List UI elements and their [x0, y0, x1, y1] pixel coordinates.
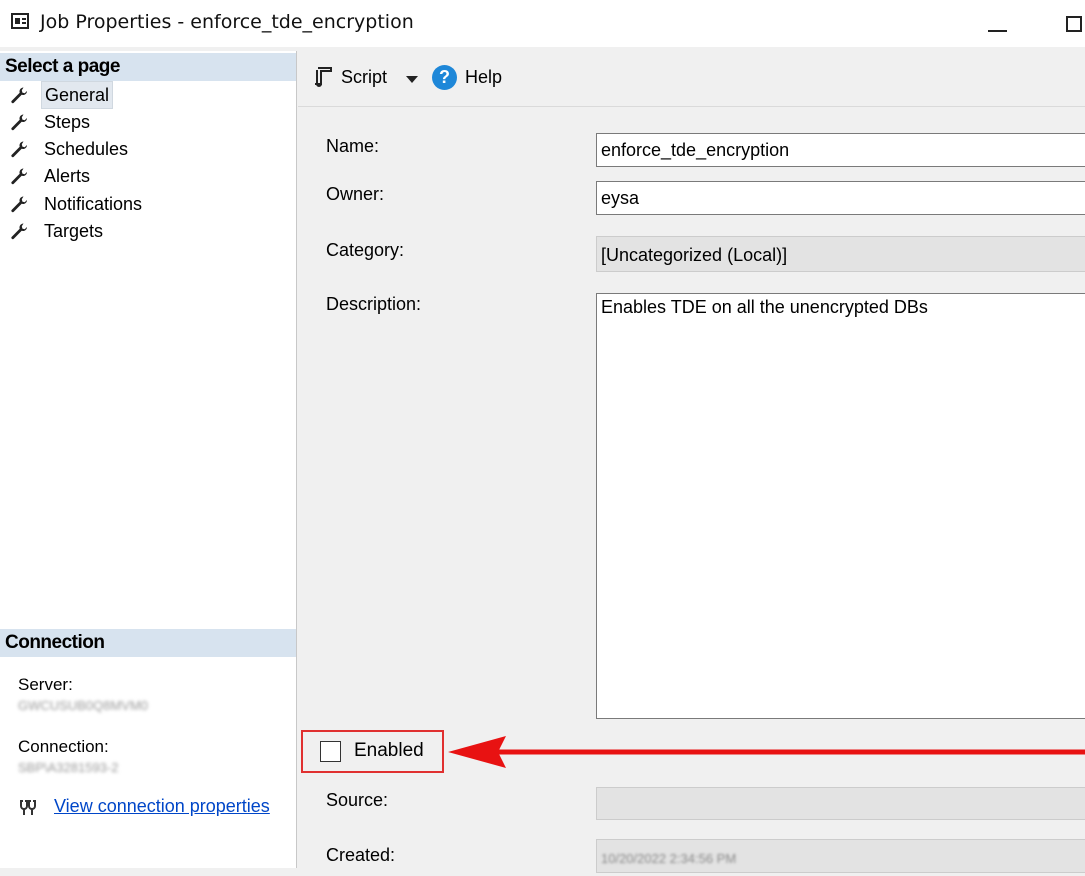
page-item-schedules[interactable]: Schedules — [10, 136, 131, 162]
wrench-icon — [11, 168, 28, 185]
source-field — [596, 787, 1085, 820]
help-icon: ? — [432, 65, 457, 90]
minimize-button[interactable] — [980, 8, 1020, 38]
help-button[interactable]: ? Help — [432, 65, 502, 90]
window-icon — [11, 13, 29, 29]
page-item-label: Alerts — [44, 166, 91, 186]
page-item-targets[interactable]: Targets — [10, 218, 106, 244]
wrench-icon — [11, 141, 28, 158]
annotation-arrow — [448, 736, 1085, 768]
created-label: Created: — [326, 845, 396, 865]
name-field[interactable]: enforce_tde_encryption — [596, 133, 1085, 167]
wrench-icon — [11, 87, 28, 104]
script-dropdown-icon[interactable] — [406, 76, 418, 83]
title-bar: Job Properties - enforce_tde_encryption — [0, 0, 1085, 47]
view-connection-properties[interactable]: View connection properties — [18, 796, 270, 817]
page-item-alerts[interactable]: Alerts — [10, 163, 93, 189]
page-item-label: Notifications — [44, 194, 143, 214]
connection-plug-icon — [20, 799, 36, 815]
owner-label: Owner: — [326, 184, 385, 204]
left-pane: Select a page General Steps Schedules Al… — [0, 51, 297, 868]
script-label: Script — [341, 66, 388, 87]
wrench-icon — [11, 223, 28, 240]
page-item-label: General — [41, 81, 114, 109]
server-label: Server: — [18, 675, 73, 694]
toolbar: Script ? Help — [298, 51, 1085, 107]
connection-label: Connection: — [18, 737, 109, 756]
enabled-checkbox[interactable] — [320, 741, 341, 762]
window-title: Job Properties - enforce_tde_encryption — [40, 11, 414, 33]
connection-value: SBP\A3281593-2 — [18, 760, 119, 775]
description-label: Description: — [326, 294, 422, 314]
description-textarea[interactable]: Enables TDE on all the unencrypted DBs — [596, 293, 1085, 719]
enabled-label: Enabled — [354, 740, 424, 761]
script-button[interactable]: Script — [313, 66, 387, 88]
category-select[interactable]: [Uncategorized (Local)] — [596, 236, 1085, 272]
help-label: Help — [465, 67, 503, 87]
server-value: GWCUSUB0Q8MVM0 — [18, 698, 149, 713]
select-page-header: Select a page — [0, 53, 296, 81]
page-item-notifications[interactable]: Notifications — [10, 191, 145, 217]
connection-header: Connection — [0, 629, 296, 657]
owner-field[interactable]: eysa — [596, 181, 1085, 215]
page-item-label: Steps — [44, 112, 91, 132]
created-value: 10/20/2022 2:34:56 PM — [601, 851, 737, 866]
view-connection-link[interactable]: View connection properties — [54, 796, 270, 817]
category-label: Category: — [326, 240, 405, 260]
page-item-steps[interactable]: Steps — [10, 109, 93, 135]
name-label: Name: — [326, 136, 380, 156]
script-icon — [315, 67, 332, 87]
maximize-button[interactable] — [1055, 10, 1085, 40]
page-item-label: Schedules — [44, 139, 129, 159]
wrench-icon — [11, 114, 28, 131]
page-item-label: Targets — [44, 221, 104, 241]
source-label: Source: — [326, 790, 389, 810]
wrench-icon — [11, 196, 28, 213]
page-item-general[interactable]: General — [10, 81, 114, 109]
